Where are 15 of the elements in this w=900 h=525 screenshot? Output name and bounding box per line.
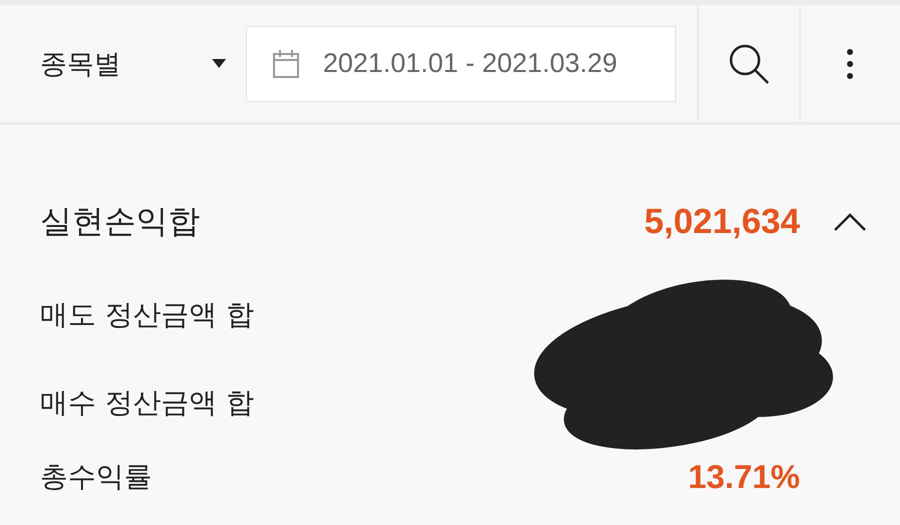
date-range-text: 2021.01.01 - 2021.03.29 xyxy=(323,48,618,79)
row-label: 매수 정산금액 합 xyxy=(40,385,254,421)
row-label: 매도 정산금액 합 xyxy=(40,297,254,333)
more-icon xyxy=(847,48,853,78)
summary-label: 실현손익합 xyxy=(40,201,200,242)
calendar-icon xyxy=(273,50,299,78)
row-label: 총수익률 xyxy=(40,459,152,495)
caret-icon xyxy=(212,58,226,68)
summary-value: 5,021,634 xyxy=(644,202,800,242)
chevron-icon xyxy=(834,213,866,231)
date-range-field[interactable]: 2021.01.01 - 2021.03.29 xyxy=(246,26,676,102)
search-icon xyxy=(728,42,770,84)
row-value: 13.71% xyxy=(688,458,800,496)
collapse-toggle[interactable] xyxy=(834,213,866,231)
filter-dropdown[interactable]: 종목별 xyxy=(40,46,226,82)
